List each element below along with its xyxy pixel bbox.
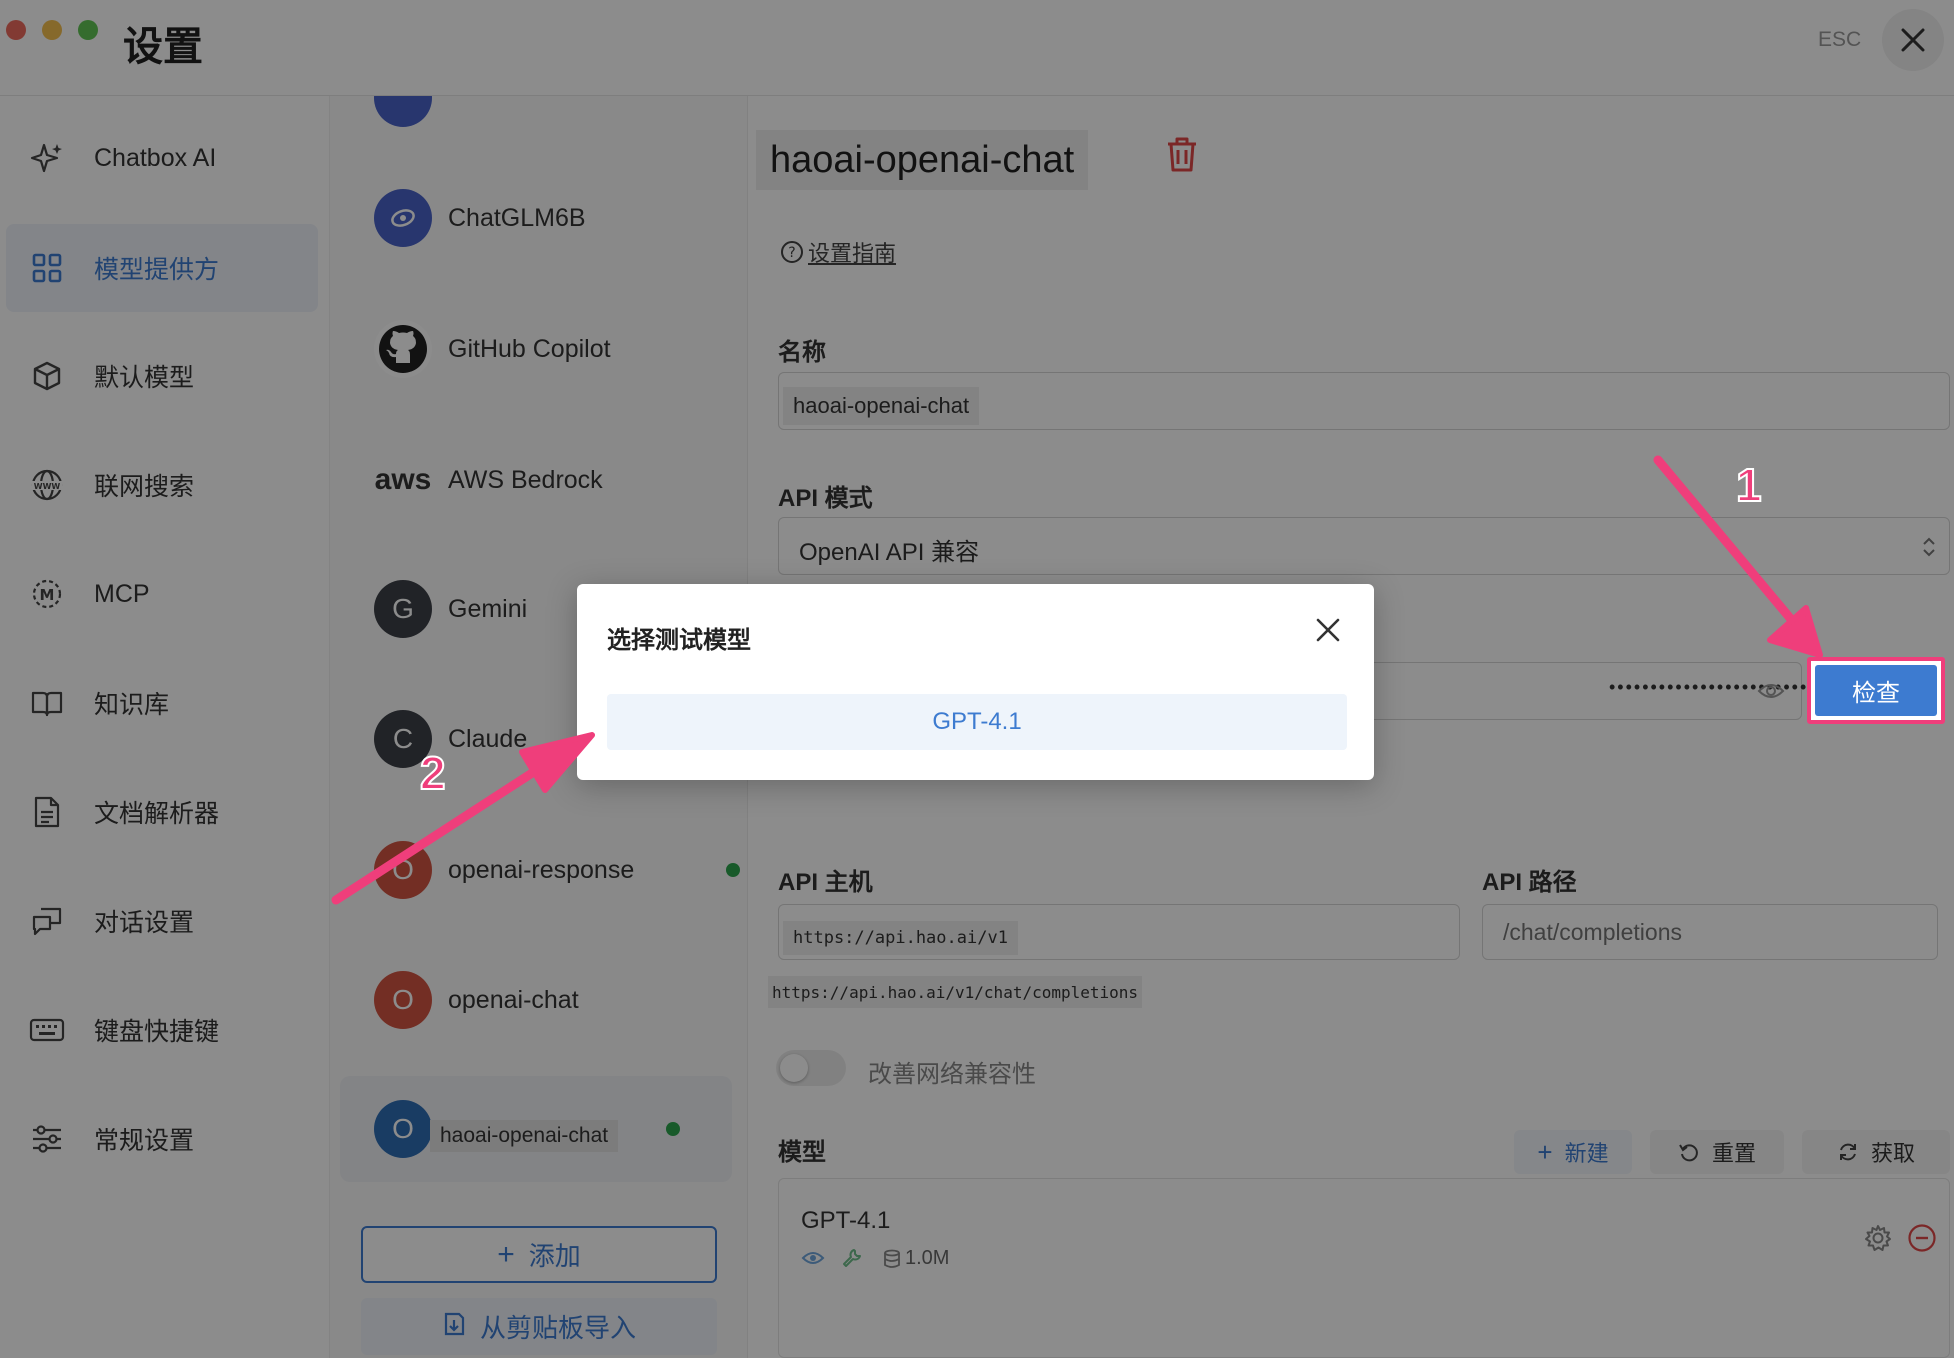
annotation-arrows: [331, 455, 1823, 905]
arrow-to-dialog-option: [331, 732, 595, 905]
annotation-step-2: 2: [419, 746, 447, 800]
annotation-step-1: 1: [1735, 458, 1763, 512]
